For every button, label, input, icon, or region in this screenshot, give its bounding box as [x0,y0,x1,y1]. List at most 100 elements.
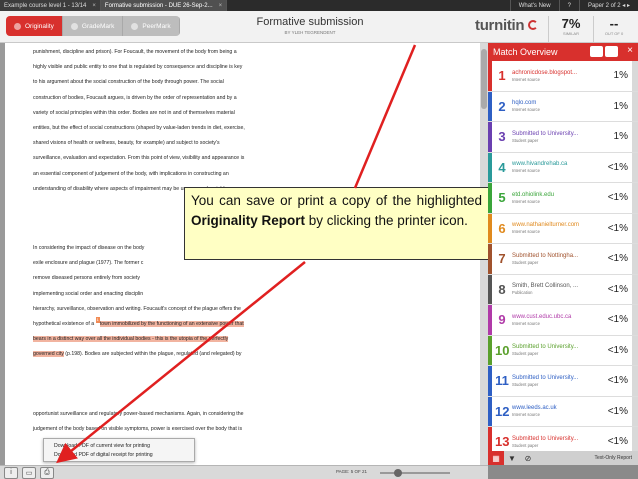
match-row-scrollbar[interactable] [632,396,638,426]
match-color-bar [488,152,492,182]
close-icon[interactable]: × [219,3,223,9]
zoom-slider[interactable] [380,469,450,477]
assignment-title-block: Formative submission BY YLEH TEGRENDENT [230,16,390,35]
tab-peermark[interactable]: PeerMark [123,16,180,36]
match-row[interactable]: 6 www.nathanielturner.com Internet source <… [488,213,638,244]
match-source-type: Internet source [512,320,540,326]
highlighted-match[interactable]: town immobilized by the functioning of a… [99,321,244,328]
filter-icon[interactable]: ▦ [488,451,504,465]
similarity-score[interactable]: 7% SIMILAR [548,16,594,42]
match-source-type: Student paper [512,137,539,143]
match-row[interactable]: 4 www.hivandrehab.ca Internet source <1% [488,152,638,183]
match-row[interactable]: 12 www.leeds.ac.uk Internet source <1% [488,396,638,427]
printer-icon[interactable]: ⎙ [40,466,54,479]
match-source: Submitted to Nottingha... Student paper [512,252,598,266]
match-row-scrollbar[interactable] [632,152,638,182]
highlighted-match[interactable]: bears in a distinct way over all the ind… [33,336,229,343]
originality-icon [14,22,21,30]
match-source-name[interactable]: Submitted to University... [512,130,598,138]
match-row[interactable]: 13 Submitted to University... Student pape… [488,427,638,451]
match-source-name[interactable]: www.nathanielturner.com [512,221,598,229]
match-row[interactable]: 9 www.cust.educ.ubc.ca Internet source <1% [488,305,638,336]
match-row[interactable]: 11 Submitted to University... Student pape… [488,366,638,397]
grade-score[interactable]: -- OUT OF 0 [596,16,632,42]
match-source-name[interactable]: achronicdose.blogspot... [512,69,598,77]
match-source-type: Student paper [512,381,539,387]
match-source: www.hivandrehab.ca Internet source [512,160,598,174]
list-view-icon[interactable] [590,46,603,57]
match-source-type: Internet source [512,76,540,82]
text-only-report-link[interactable]: Text-Only Report [594,455,632,461]
match-row-scrollbar[interactable] [632,213,638,243]
match-percent: 1% [613,131,628,143]
match-number: 1 [498,68,506,84]
close-icon[interactable]: × [627,45,633,56]
match-row-scrollbar[interactable] [632,244,638,274]
match-source-name[interactable]: www.leeds.ac.uk [512,404,598,412]
match-source-name[interactable]: www.cust.educ.ubc.ca [512,313,598,321]
match-row-scrollbar[interactable] [632,427,638,451]
paragraph: punishment, discipline and prison). For … [33,45,333,197]
download-receipt-option[interactable]: Download PDF of digital receipt for prin… [54,451,184,460]
document-icon[interactable]: ▭ [22,466,36,479]
match-row[interactable]: 5 etd.ohiolink.edu Internet source <1% [488,183,638,214]
scrollbar-thumb[interactable] [481,49,487,109]
match-number: 3 [498,129,506,145]
match-row-scrollbar[interactable] [632,183,638,213]
match-source-name[interactable]: www.hivandrehab.ca [512,160,598,168]
author-subtitle: BY YLEH TEGRENDENT [284,30,336,35]
match-color-bar [488,244,492,274]
match-source-name[interactable]: etd.ohiolink.edu [512,191,598,199]
download-current-view-option[interactable]: Download PDF of current view for printin… [54,442,184,451]
match-source-name[interactable]: hqlo.com [512,99,598,107]
tab-originality[interactable]: Originality [6,16,63,36]
browser-tab-submission[interactable]: Formative submission - DUE 26-Sep-2... × [100,0,228,11]
match-row-scrollbar[interactable] [632,305,638,335]
browser-tab-course[interactable]: Example course level 1 - 13/14 × [0,0,101,11]
text-line: variety of social principles within this… [33,109,235,116]
match-overview-header: Match Overview × [488,43,638,61]
match-row-scrollbar[interactable] [632,366,638,396]
match-source-name[interactable]: Submitted to University... [512,435,598,443]
match-source-name[interactable]: Submitted to Nottingha... [512,252,598,260]
match-row-scrollbar[interactable] [632,91,638,121]
info-icon[interactable]: i [4,466,18,479]
match-source-name[interactable]: Submitted to University... [512,343,598,351]
help-icon[interactable]: ? [558,0,579,11]
text-run: (p.198). Bodies are subjected within the… [63,351,242,358]
close-icon[interactable]: × [92,3,96,9]
zoom-slider-knob[interactable] [394,469,402,477]
paragraph: opportunist surveillance and regulatory … [33,407,333,437]
match-row-scrollbar[interactable] [632,61,638,91]
match-row[interactable]: 8 Smith, Brett Collinson, ... Publication <… [488,274,638,305]
match-row[interactable]: 2 hqlo.com Internet source 1% [488,91,638,122]
match-source-type: Internet source [512,229,540,235]
match-row[interactable]: 3 Submitted to University... Student paper… [488,122,638,153]
match-number: 10 [495,342,510,358]
match-percent: 1% [613,100,628,112]
match-row[interactable]: 10 Submitted to University... Student pape… [488,335,638,366]
match-row[interactable]: 7 Submitted to Nottingha... Student paper <… [488,244,638,275]
match-color-bar [488,274,492,304]
text-run: hypothetical existence of a [33,321,96,328]
match-percent: <1% [607,436,628,448]
match-color-bar [488,61,492,91]
paper-navigator[interactable]: Paper 2 of 2 ◂ ▸ [578,0,638,11]
match-row[interactable]: 1 achronicdose.blogspot... Internet source… [488,61,638,92]
highlighted-match[interactable]: governed city [33,351,64,358]
text-line: an essential component of judgement of t… [33,170,229,177]
text-line: punishment, discipline and prison). For … [33,49,237,55]
funnel-icon[interactable]: ▼ [504,451,520,465]
match-row-scrollbar[interactable] [632,274,638,304]
match-source-name[interactable]: Smith, Brett Collinson, ... [512,282,598,290]
match-source-type: Internet source [512,198,540,204]
match-percent: <1% [607,314,628,326]
exclude-icon[interactable]: ⊘ [520,451,536,465]
whats-new-link[interactable]: What's New [509,0,559,11]
match-row-scrollbar[interactable] [632,335,638,365]
detail-view-icon[interactable] [605,46,618,57]
match-row-scrollbar[interactable] [632,122,638,152]
match-source-name[interactable]: Submitted to University... [512,374,598,382]
text-line: surveillance, evaluation and expectation… [33,155,245,162]
tab-grademark[interactable]: GradeMark [62,16,124,36]
